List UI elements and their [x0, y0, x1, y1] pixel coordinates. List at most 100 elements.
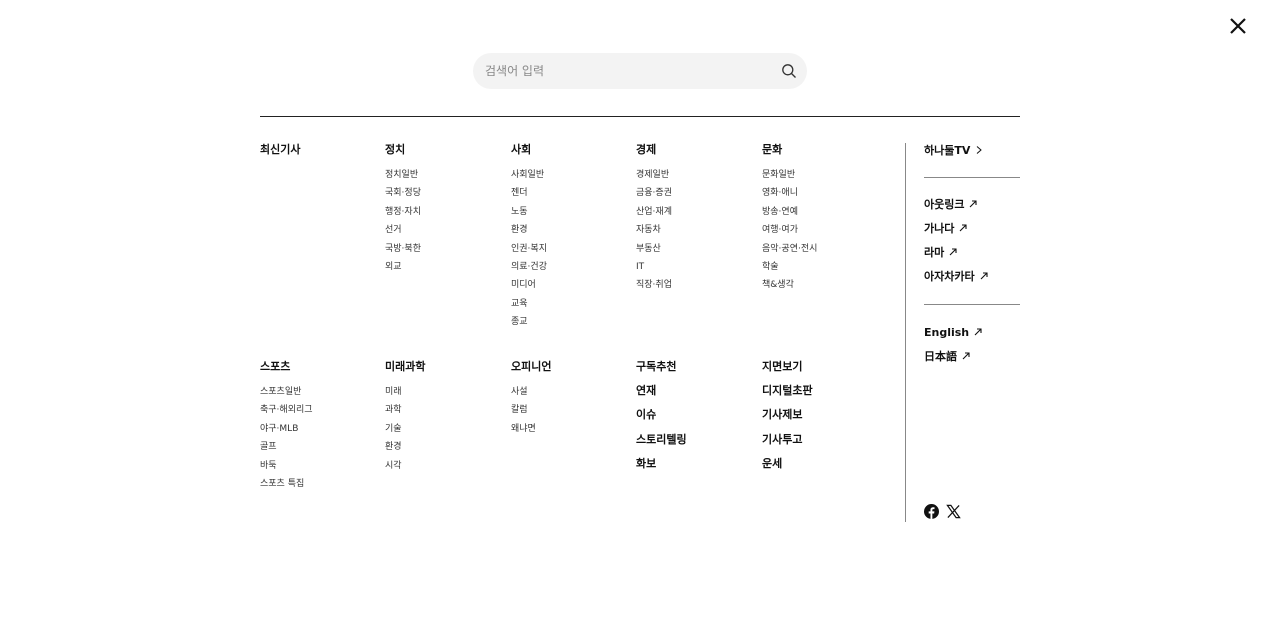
menu-item[interactable]: 왜냐면	[511, 420, 631, 438]
language-item[interactable]: English	[924, 320, 982, 344]
menu-item[interactable]: 외교	[385, 258, 505, 276]
menu-item[interactable]: 자동차	[636, 221, 756, 239]
side-outlinks: 아웃링크 가나다 라마 아자차카타	[924, 192, 988, 288]
menu-item[interactable]: 사설	[511, 383, 631, 401]
section-title-politics[interactable]: 정치	[385, 143, 505, 157]
outlink-item[interactable]: 아웃링크	[924, 192, 988, 216]
side-divider-1	[924, 177, 1020, 178]
menu-item[interactable]: 환경	[385, 438, 505, 456]
menu-item[interactable]: 인권·복지	[511, 240, 631, 258]
search-input[interactable]	[485, 53, 775, 89]
menu-item[interactable]: 스포츠일반	[260, 383, 380, 401]
menu-item[interactable]: 노동	[511, 203, 631, 221]
menu-item[interactable]: 선거	[385, 221, 505, 239]
menu-item[interactable]: 의료·건강	[511, 258, 631, 276]
menu-item[interactable]: 방송·연예	[762, 203, 882, 221]
facebook-icon[interactable]	[924, 504, 939, 519]
menu-item[interactable]: 정치일반	[385, 166, 505, 184]
menu-item[interactable]: 금융·증권	[636, 184, 756, 202]
menu-item[interactable]: 행정·자치	[385, 203, 505, 221]
feature-link[interactable]: 이슈	[636, 403, 687, 427]
menu-item[interactable]: 기술	[385, 420, 505, 438]
menu-item[interactable]: 직장·취업	[636, 276, 756, 294]
menu-item[interactable]: 경제일반	[636, 166, 756, 184]
menu-item[interactable]: 환경	[511, 221, 631, 239]
side-divider-2	[924, 304, 1020, 305]
feature-link[interactable]: 스토리텔링	[636, 428, 687, 452]
feature-link[interactable]: 화보	[636, 452, 687, 476]
outlink-item[interactable]: 아자차카타	[924, 264, 988, 288]
section-latest: 최신기사	[260, 143, 380, 157]
social-links	[924, 504, 961, 519]
menu-item[interactable]: 미디어	[511, 276, 631, 294]
section-title-society[interactable]: 사회	[511, 143, 631, 157]
section-opinion: 오피니언 사설 칼럼 왜냐면	[511, 360, 631, 438]
feature-link[interactable]: 기사제보	[762, 403, 813, 427]
feature-links-2: 지면보기 디지털초판 기사제보 기사투고 운세	[762, 355, 813, 476]
chevron-right-icon	[977, 146, 983, 154]
feature-link[interactable]: 기사투고	[762, 428, 813, 452]
language-item[interactable]: 日本語	[924, 344, 982, 368]
menu-item[interactable]: 젠더	[511, 184, 631, 202]
x-icon[interactable]	[946, 504, 961, 519]
menu-item[interactable]: 시각	[385, 457, 505, 475]
external-link-icon	[980, 272, 988, 280]
menu-item[interactable]: 영화·애니	[762, 184, 882, 202]
section-title-latest[interactable]: 최신기사	[260, 143, 380, 157]
tv-link[interactable]: 하나둘TV	[924, 138, 983, 162]
feature-link[interactable]: 운세	[762, 452, 813, 476]
outlink-item[interactable]: 가나다	[924, 216, 988, 240]
side-tv: 하나둘TV	[924, 138, 983, 162]
language-label: English	[924, 325, 970, 339]
menu-item[interactable]: 여행·여가	[762, 221, 882, 239]
menu-item[interactable]: 교육	[511, 295, 631, 313]
menu-item[interactable]: 음악·공연·전시	[762, 240, 882, 258]
section-sports: 스포츠 스포츠일반 축구·해외리그 야구·MLB 골프 바둑 스포츠 특집	[260, 360, 380, 493]
menu-item[interactable]: 국회·정당	[385, 184, 505, 202]
side-languages: English 日本語	[924, 320, 982, 368]
vertical-divider	[905, 143, 906, 522]
outlink-item[interactable]: 라마	[924, 240, 988, 264]
menu-item[interactable]: 골프	[260, 438, 380, 456]
menu-item[interactable]: 축구·해외리그	[260, 401, 380, 419]
section-economy: 경제 경제일반 금융·증권 산업·재계 자동차 부동산 IT 직장·취업	[636, 143, 756, 295]
language-label: 日本語	[924, 350, 957, 363]
section-title-economy[interactable]: 경제	[636, 143, 756, 157]
section-title-future-science[interactable]: 미래과학	[385, 360, 505, 374]
section-title-culture[interactable]: 문화	[762, 143, 882, 157]
close-icon	[1230, 18, 1246, 34]
top-divider	[260, 116, 1020, 117]
outlink-label: 라마	[924, 246, 945, 259]
menu-item[interactable]: 산업·재계	[636, 203, 756, 221]
menu-item[interactable]: 과학	[385, 401, 505, 419]
external-link-icon	[959, 224, 967, 232]
feature-link[interactable]: 구독추천	[636, 355, 687, 379]
menu-item[interactable]: 칼럼	[511, 401, 631, 419]
section-title-sports[interactable]: 스포츠	[260, 360, 380, 374]
menu-item[interactable]: 학술	[762, 258, 882, 276]
close-button[interactable]	[1226, 14, 1250, 38]
feature-link[interactable]: 디지털초판	[762, 379, 813, 403]
menu-item[interactable]: 부동산	[636, 240, 756, 258]
search-icon[interactable]	[781, 63, 797, 79]
menu-item[interactable]: 문화일반	[762, 166, 882, 184]
menu-item[interactable]: 종교	[511, 313, 631, 331]
section-title-opinion[interactable]: 오피니언	[511, 360, 631, 374]
menu-item[interactable]: 책&생각	[762, 276, 882, 294]
external-link-icon	[970, 200, 978, 208]
menu-item[interactable]: IT	[636, 258, 756, 276]
feature-link[interactable]: 지면보기	[762, 355, 813, 379]
external-link-icon	[962, 352, 970, 360]
feature-link[interactable]: 연재	[636, 379, 687, 403]
menu-item[interactable]: 바둑	[260, 457, 380, 475]
tv-link-label: 하나둘TV	[924, 144, 971, 157]
menu-item[interactable]: 국방·북한	[385, 240, 505, 258]
menu-item[interactable]: 야구·MLB	[260, 420, 380, 438]
external-link-icon	[949, 248, 957, 256]
menu-item[interactable]: 사회일반	[511, 166, 631, 184]
outlink-label: 아자차카타	[924, 270, 975, 283]
outlink-label: 가나다	[924, 222, 955, 235]
menu-item[interactable]: 스포츠 특집	[260, 475, 380, 493]
menu-item[interactable]: 미래	[385, 383, 505, 401]
search-bar	[473, 53, 807, 89]
